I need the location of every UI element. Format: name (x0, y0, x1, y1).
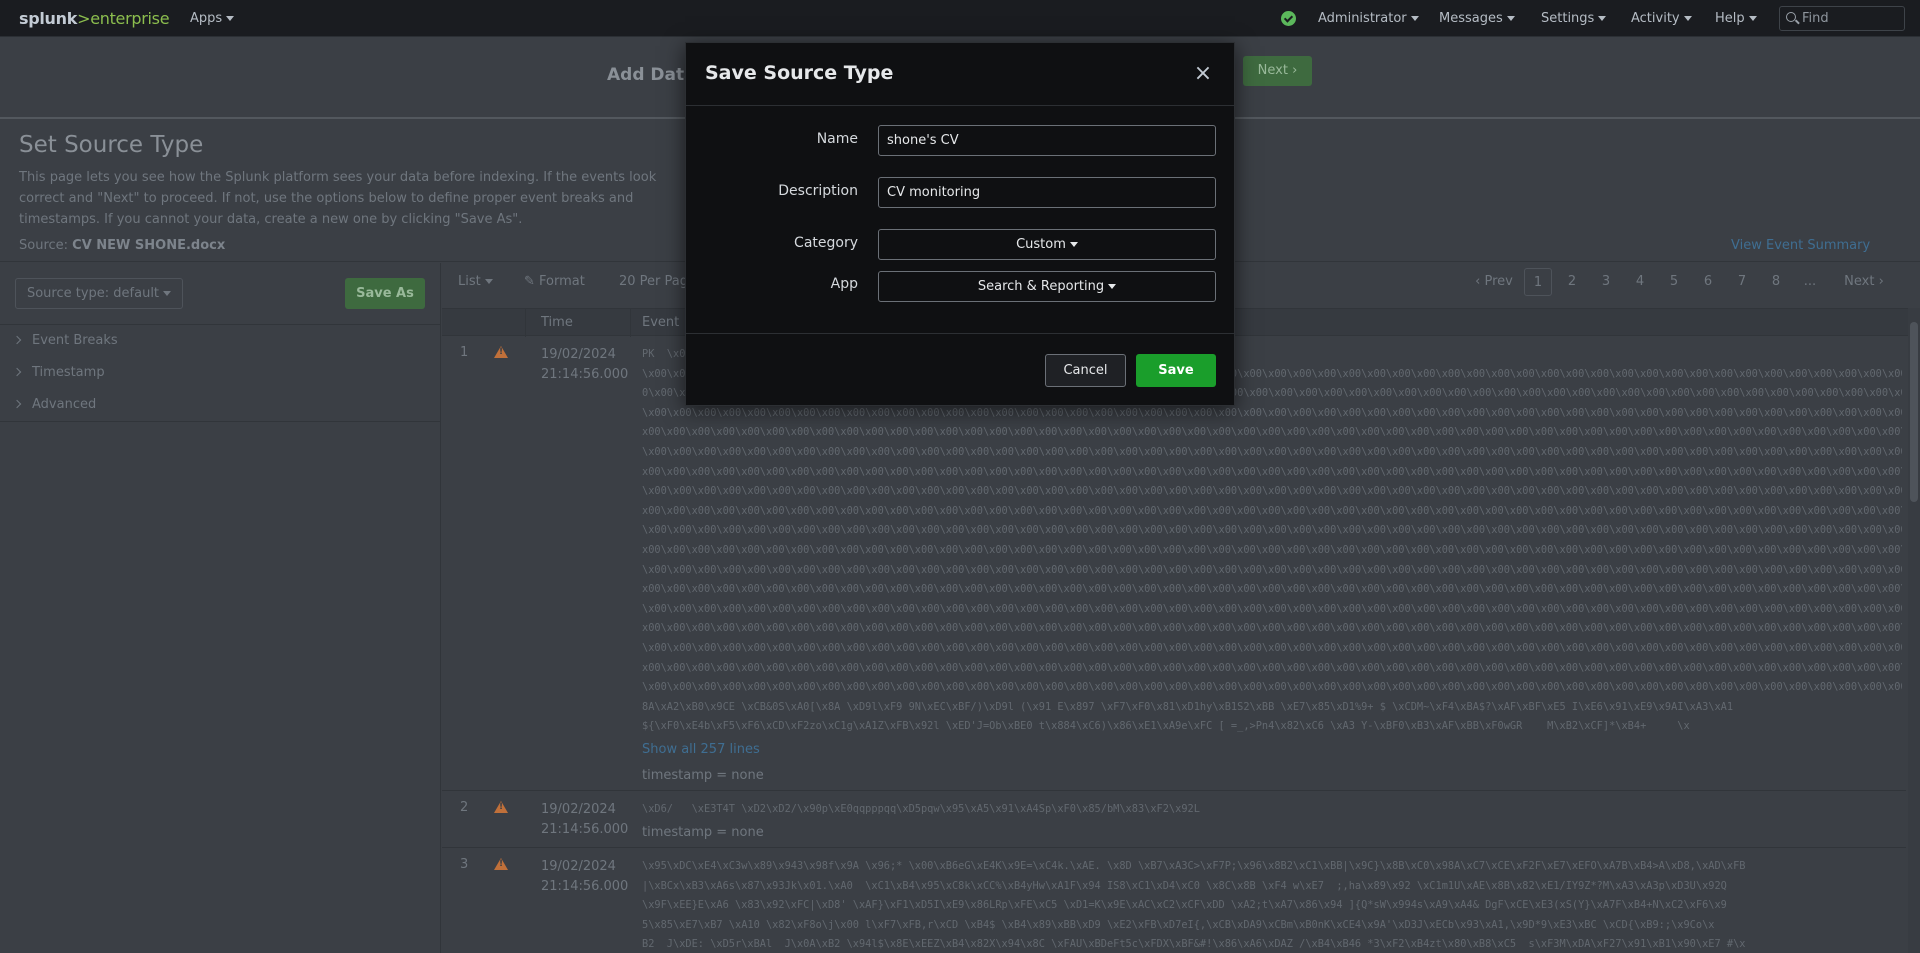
save-source-type-dialog: Save Source Type × Name shone's CV Descr… (685, 42, 1235, 406)
save-button[interactable]: Save (1136, 354, 1216, 387)
description-label: Description (778, 183, 858, 199)
category-label: Category (794, 235, 858, 251)
cancel-button[interactable]: Cancel (1045, 354, 1126, 387)
category-dropdown[interactable]: Custom (878, 229, 1216, 260)
chevron-down-icon (1108, 284, 1117, 289)
description-field[interactable]: CV monitoring (878, 177, 1216, 208)
app-value: Search & Reporting (977, 279, 1105, 294)
chevron-down-icon (1069, 242, 1078, 247)
app-label: App (830, 276, 858, 292)
divider (686, 333, 1234, 334)
category-value: Custom (1016, 237, 1066, 252)
divider (686, 105, 1234, 106)
close-icon[interactable]: × (1193, 63, 1213, 85)
name-label: Name (816, 131, 858, 147)
dialog-title: Save Source Type (705, 62, 894, 84)
app-dropdown[interactable]: Search & Reporting (878, 271, 1216, 302)
name-field[interactable]: shone's CV (878, 125, 1216, 156)
